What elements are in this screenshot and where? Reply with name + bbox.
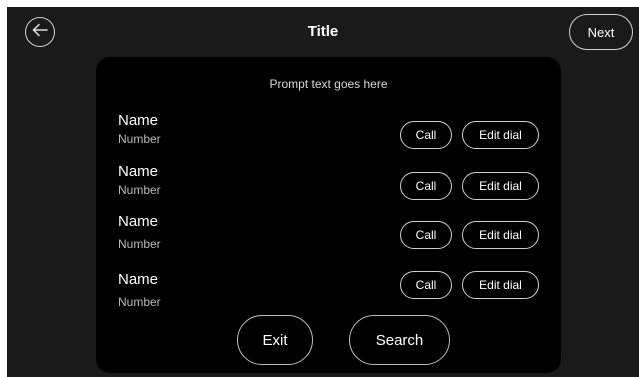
next-button[interactable]: Next [569,14,633,50]
exit-button[interactable]: Exit [237,315,313,365]
search-button[interactable]: Search [349,315,450,365]
edit-dial-button[interactable]: Edit dial [462,121,539,149]
contact-row: Name Number Call Edit dial [96,163,561,207]
contact-number: Number [118,237,161,251]
call-button[interactable]: Call [400,172,452,200]
contact-name: Name [118,163,159,180]
call-button[interactable]: Call [400,121,452,149]
edit-dial-button[interactable]: Edit dial [462,172,539,200]
page-title: Title [307,23,339,40]
header: Title Next [7,7,639,57]
edit-dial-button[interactable]: Edit dial [462,271,539,299]
contact-number: Number [118,183,161,197]
contact-number: Number [118,295,161,309]
screen: Title Next Prompt text goes here Name Nu… [7,7,639,377]
contact-name: Name [118,112,159,129]
contact-row: Name Number Call Edit dial [96,112,561,156]
contact-row: Name Number Call Edit dial [96,213,561,257]
contact-row: Name Number Call Edit dial [96,271,561,315]
contact-panel: Prompt text goes here Name Number Call E… [96,57,561,373]
contact-name: Name [118,271,159,288]
contact-number: Number [118,132,161,146]
contact-name: Name [118,213,159,230]
prompt-text: Prompt text goes here [269,77,388,91]
edit-dial-button[interactable]: Edit dial [462,221,539,249]
call-button[interactable]: Call [400,221,452,249]
call-button[interactable]: Call [400,271,452,299]
